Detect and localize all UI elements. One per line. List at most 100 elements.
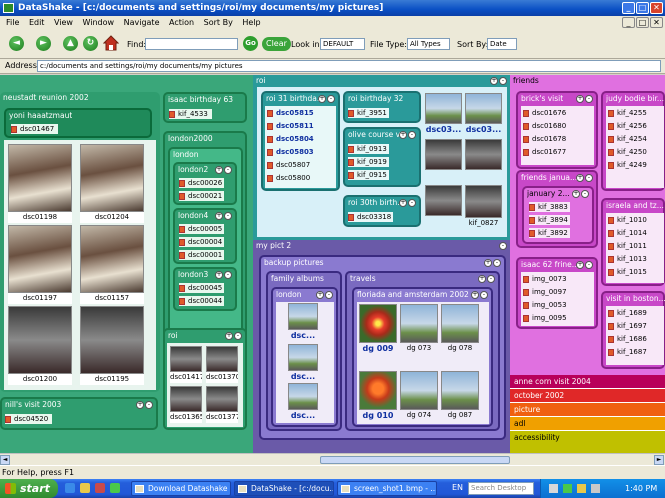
file-item[interactable]: kif_0919 bbox=[348, 157, 389, 167]
panel-controls[interactable]: + - bbox=[317, 94, 335, 103]
thumbnail[interactable]: dsc01157 bbox=[80, 225, 144, 304]
menu-action[interactable]: Action bbox=[169, 18, 194, 27]
panel-controls[interactable]: + - bbox=[470, 290, 488, 299]
scrollbar-thumb[interactable] bbox=[320, 456, 510, 464]
panel-controls[interactable]: + - bbox=[489, 76, 507, 85]
file-item[interactable]: dsc05800 bbox=[267, 173, 310, 183]
thumbnail[interactable]: dsc01417 bbox=[170, 346, 202, 383]
thumbnail[interactable]: dsc01365 bbox=[170, 386, 202, 423]
panel-controls[interactable]: + - bbox=[571, 189, 589, 198]
file-item[interactable]: img_0095 bbox=[523, 313, 567, 323]
maximize-button[interactable]: □ bbox=[636, 2, 649, 14]
folder-strip[interactable]: adl bbox=[510, 417, 665, 430]
sort-by-select[interactable]: Date bbox=[487, 38, 517, 50]
file-item[interactable]: dsc03318 bbox=[348, 212, 394, 222]
panel-controls[interactable]: + - bbox=[214, 165, 232, 174]
panel-controls[interactable]: - bbox=[498, 241, 507, 250]
doc-minimize-button[interactable]: _ bbox=[622, 17, 635, 28]
file-item[interactable]: kif_4255 bbox=[608, 108, 647, 118]
file-item[interactable]: kif_1697 bbox=[608, 321, 647, 331]
file-item[interactable]: dsc01676 bbox=[523, 108, 566, 118]
panel-roi-30[interactable]: roi 30th birth... + - dsc03318 bbox=[343, 195, 421, 227]
file-item[interactable]: kif_0913 bbox=[348, 144, 389, 154]
thumbnail[interactable]: dsc03... bbox=[425, 93, 462, 135]
panel-london3[interactable]: london3 + - dsc00045 dsc00044 bbox=[173, 267, 237, 311]
file-item[interactable]: dsc01678 bbox=[523, 134, 566, 144]
panel-controls[interactable]: + - bbox=[214, 211, 232, 220]
panel-london4[interactable]: london4 + - dsc00005 dsc00004 dsc00001 bbox=[173, 208, 237, 264]
panel-yoni[interactable]: yoni haaatzmaut dsc01467 bbox=[4, 108, 152, 138]
doc-maximize-button[interactable]: □ bbox=[636, 17, 649, 28]
menu-edit[interactable]: Edit bbox=[29, 18, 45, 27]
panel-roi-32[interactable]: roi birthday 32 kif_3951 bbox=[343, 91, 421, 123]
thumbnail[interactable]: dsc01195 bbox=[80, 306, 144, 385]
folder-icon[interactable] bbox=[80, 483, 90, 493]
thumbnail[interactable]: dsc01204 bbox=[80, 144, 144, 223]
file-item[interactable]: kif_4533 bbox=[169, 109, 212, 119]
thumbnail[interactable]: dg 073 bbox=[400, 304, 438, 354]
file-item[interactable]: kif_1687 bbox=[608, 347, 647, 357]
file-item[interactable]: dsc00044 bbox=[179, 296, 225, 306]
thumbnail[interactable] bbox=[425, 139, 462, 181]
file-item[interactable]: kif_3883 bbox=[529, 202, 570, 212]
volume-icon[interactable] bbox=[591, 484, 600, 493]
thumbnail[interactable] bbox=[425, 185, 462, 227]
panel-controls[interactable]: + - bbox=[398, 198, 416, 207]
panel-controls[interactable]: + - bbox=[315, 290, 333, 299]
file-item[interactable]: dsc05804 bbox=[267, 134, 314, 144]
tray-icon[interactable] bbox=[549, 484, 558, 493]
file-item[interactable]: kif_1010 bbox=[608, 215, 647, 225]
start-button[interactable]: start bbox=[0, 479, 58, 498]
app-icon[interactable] bbox=[110, 483, 120, 493]
file-item[interactable]: dsc00021 bbox=[179, 191, 225, 201]
forward-icon[interactable]: ► bbox=[36, 36, 51, 51]
menu-file[interactable]: File bbox=[6, 18, 19, 27]
file-item[interactable]: dsc04520 bbox=[5, 414, 53, 424]
panel-controls[interactable]: + - bbox=[224, 331, 242, 340]
thumbnail[interactable]: dsc01198 bbox=[8, 144, 72, 223]
minimize-button[interactable]: _ bbox=[622, 2, 635, 14]
panel-controls[interactable]: + - bbox=[575, 173, 593, 182]
file-item[interactable]: img_0053 bbox=[523, 300, 567, 310]
task-datashake[interactable]: DataShake - [c:/docu... bbox=[234, 481, 334, 496]
file-item[interactable]: kif_0915 bbox=[348, 170, 389, 180]
file-item[interactable]: dsc01677 bbox=[523, 147, 566, 157]
scroll-left-icon[interactable]: ◄ bbox=[0, 455, 10, 465]
file-item[interactable]: kif_1686 bbox=[608, 334, 647, 344]
file-item[interactable]: dsc01680 bbox=[523, 121, 566, 131]
file-item[interactable]: kif_1011 bbox=[608, 241, 647, 251]
panel-controls[interactable]: + - bbox=[214, 270, 232, 279]
up-icon[interactable]: ▲ bbox=[63, 36, 78, 51]
thumbnail[interactable]: dg 009 bbox=[359, 304, 397, 354]
folder-strip[interactable]: picture bbox=[510, 403, 665, 416]
file-item[interactable]: kif_3894 bbox=[529, 215, 570, 225]
menu-help[interactable]: Help bbox=[242, 18, 260, 27]
home-icon[interactable] bbox=[102, 35, 120, 51]
file-item[interactable]: img_0097 bbox=[523, 287, 567, 297]
panel-roi-31[interactable]: roi 31 birthda... + - dsc05815 dsc05811 d… bbox=[261, 91, 340, 191]
thumbnail[interactable]: dsc01377 bbox=[206, 386, 238, 423]
menu-navigate[interactable]: Navigate bbox=[124, 18, 160, 27]
refresh-icon[interactable]: ↻ bbox=[83, 36, 98, 51]
panel-controls[interactable]: + - bbox=[477, 274, 495, 283]
clear-button[interactable]: Clear bbox=[262, 37, 291, 51]
file-item[interactable]: dsc00001 bbox=[179, 250, 225, 260]
address-input[interactable]: c:/documents and settings/roi/my documen… bbox=[37, 60, 661, 72]
file-item[interactable]: dsc01467 bbox=[11, 124, 59, 134]
panel-controls[interactable]: + - bbox=[135, 400, 153, 409]
file-item[interactable]: kif_4249 bbox=[608, 160, 647, 170]
thumbnail[interactable]: dg 010 bbox=[359, 371, 397, 421]
find-input[interactable] bbox=[145, 38, 238, 50]
go-button[interactable]: Go bbox=[243, 36, 258, 51]
file-item[interactable]: img_0073 bbox=[523, 274, 567, 284]
file-item[interactable]: kif_3951 bbox=[348, 108, 389, 118]
menu-window[interactable]: Window bbox=[83, 18, 115, 27]
thumbnail[interactable]: dsc... bbox=[288, 383, 318, 421]
panel-january-2[interactable]: january 2... + - kif_3883 kif_3894 kif_38… bbox=[522, 186, 594, 244]
thumbnail[interactable]: dg 087 bbox=[441, 371, 479, 421]
folder-strip[interactable]: october 2002 bbox=[510, 389, 665, 402]
file-item[interactable]: kif_1015 bbox=[608, 267, 647, 277]
panel-isaac-63[interactable]: isaac birthday 63 kif_4533 bbox=[163, 92, 247, 123]
file-item[interactable]: dsc00004 bbox=[179, 237, 225, 247]
close-button[interactable]: ✕ bbox=[650, 2, 663, 14]
